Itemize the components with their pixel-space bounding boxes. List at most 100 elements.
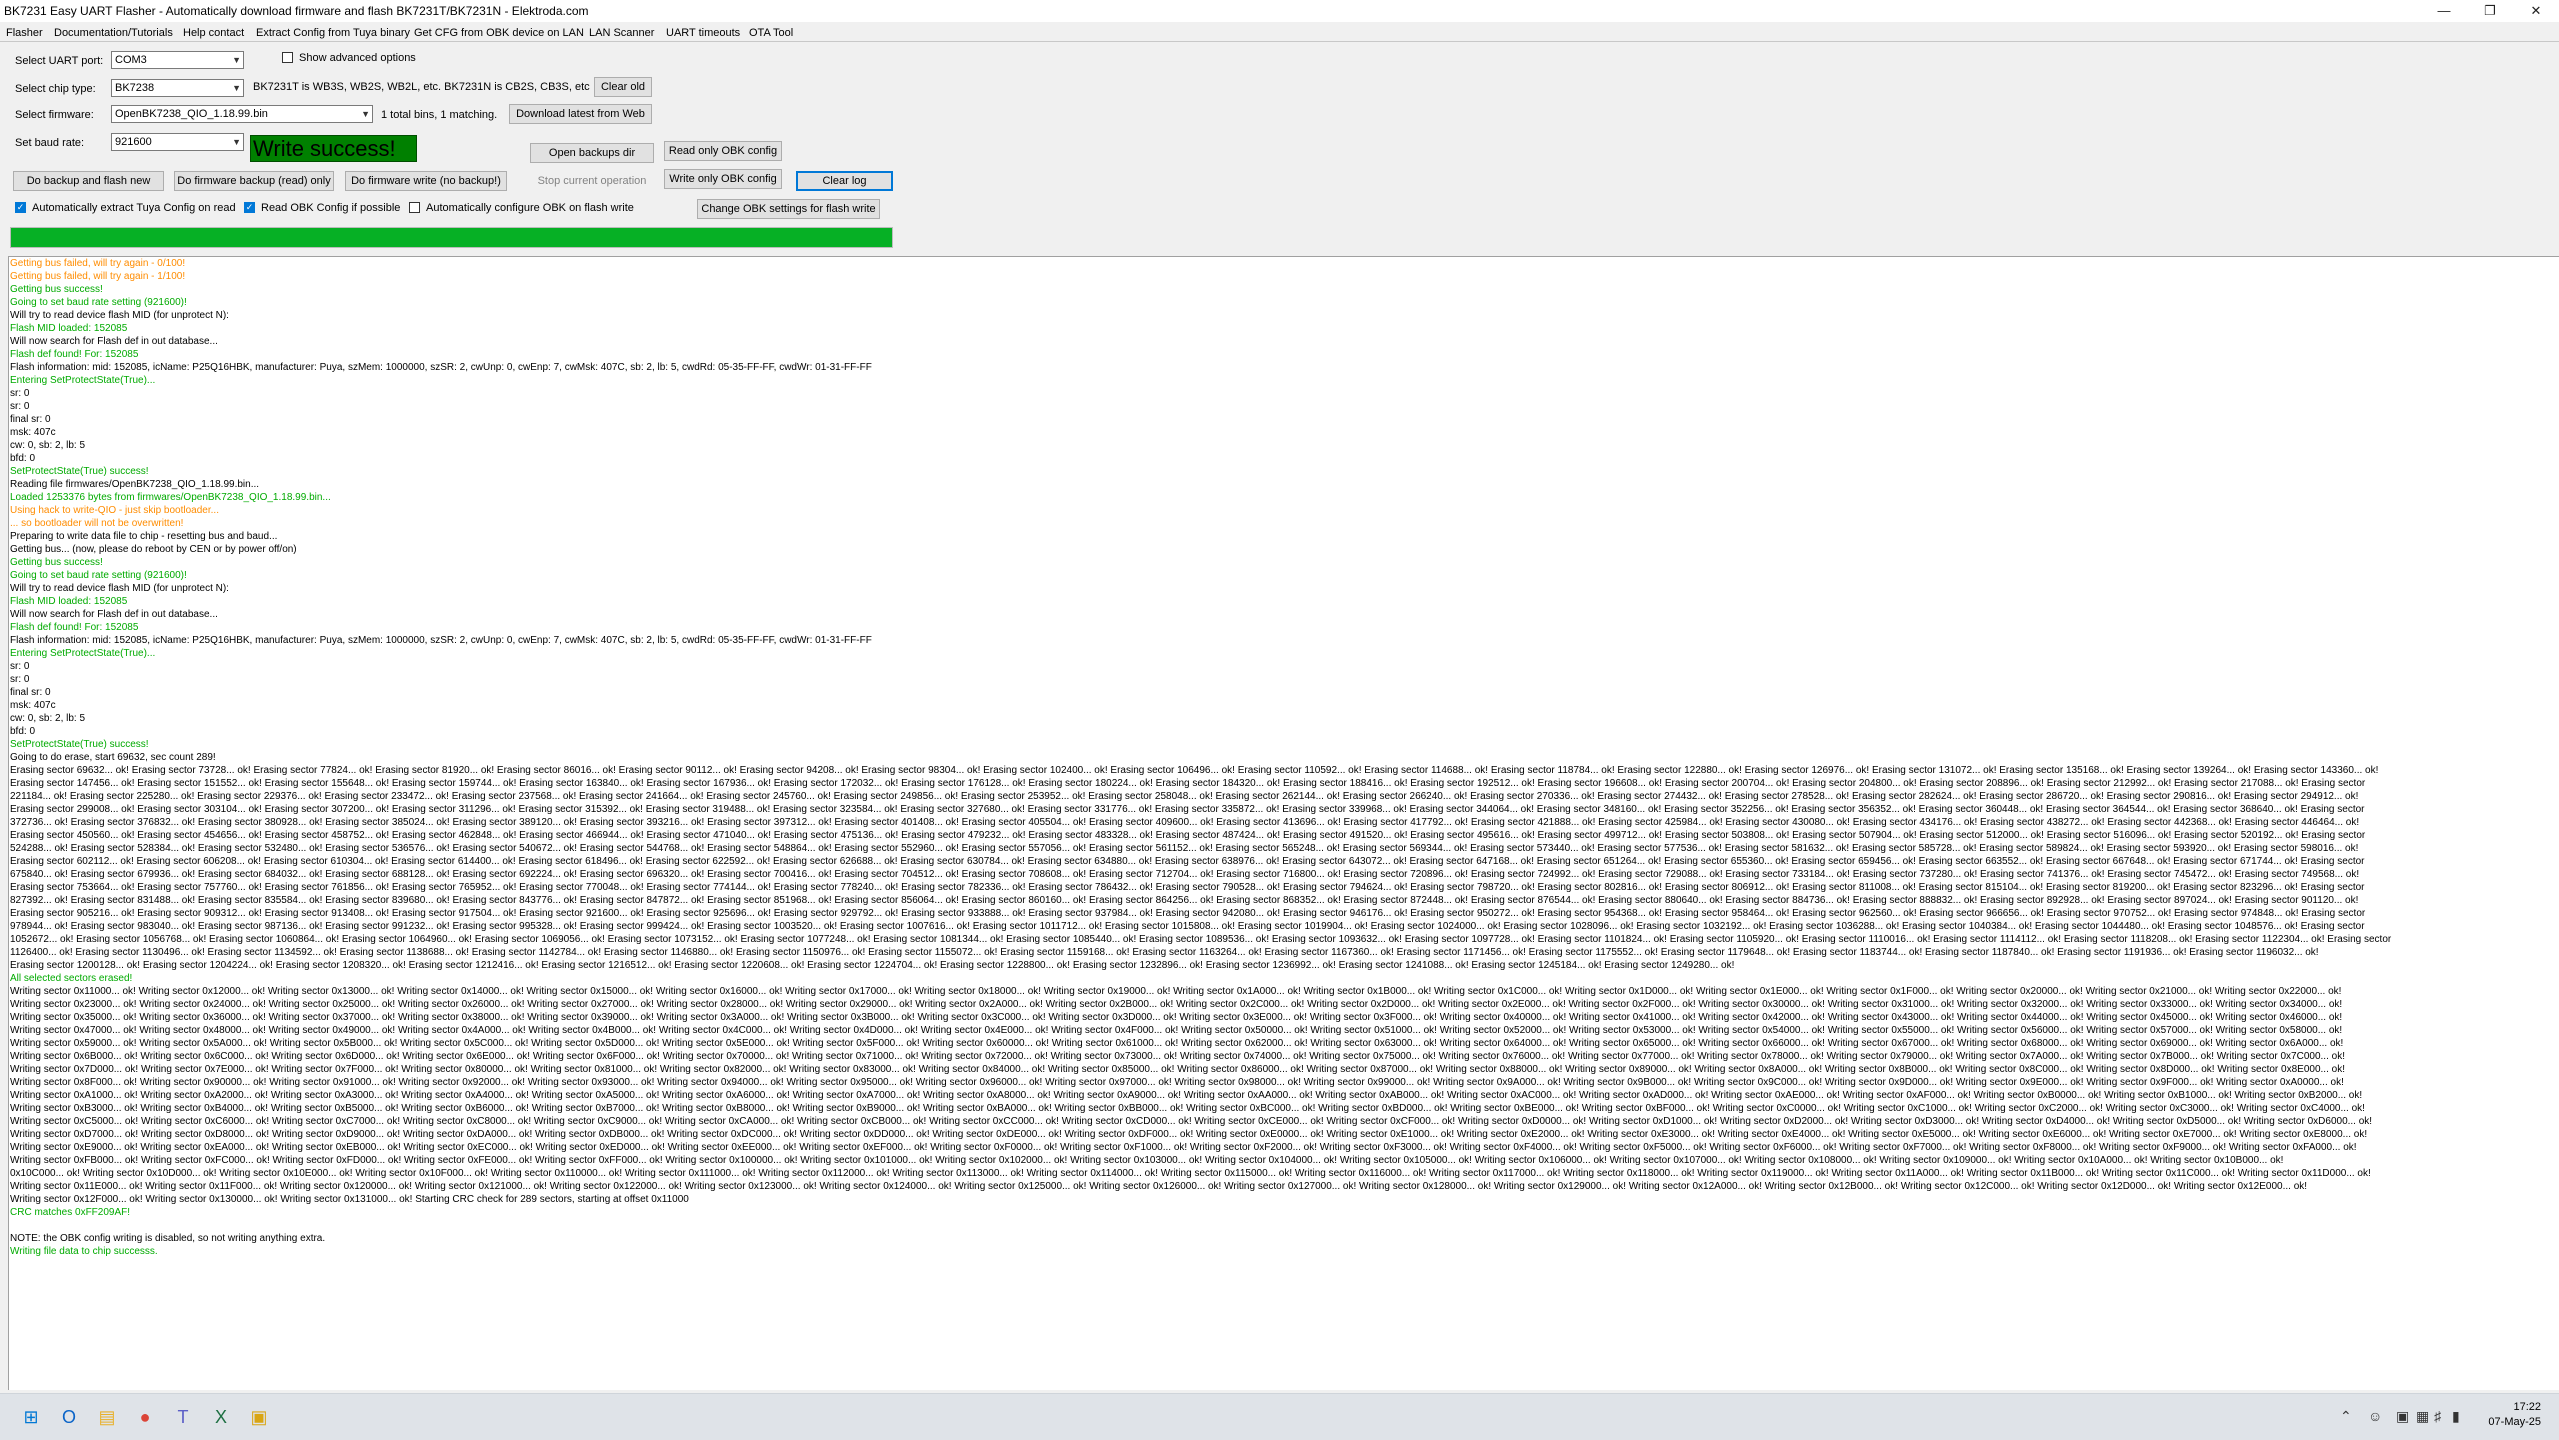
log-line: Writing sector 0x8F000... ok! Writing se… (10, 1077, 2344, 1088)
log-line: CRC matches 0xFF209AF! (10, 1207, 131, 1218)
baud-rate-value: 921600 (115, 136, 152, 148)
tab-ota-tool[interactable]: OTA Tool (749, 27, 793, 39)
log-line: Writing sector 0x35000... ok! Writing se… (10, 1012, 2343, 1023)
chrome-icon[interactable]: ● (130, 1402, 160, 1432)
chip-info-text: BK7231T is WB3S, WB2S, WB2L, etc. BK7231… (253, 81, 590, 93)
firmware-value: OpenBK7238_QIO_1.18.99.bin (115, 108, 268, 120)
chip-type-select[interactable]: BK7238 ▼ (111, 79, 244, 97)
log-line: 675840... ok! Erasing sector 679936... o… (10, 869, 2360, 880)
firmware-label: Select firmware: (15, 109, 94, 121)
backup-and-flash-button[interactable]: Do backup and flash new (13, 171, 164, 191)
log-line: Writing sector 0x11000... ok! Writing se… (10, 986, 2342, 997)
log-line: Flash information: mid: 152085, icName: … (10, 635, 872, 646)
clear-old-button[interactable]: Clear old (594, 77, 652, 97)
log-line: Getting bus failed, will try again - 0/1… (10, 258, 186, 269)
teams-icon[interactable]: T (168, 1402, 198, 1432)
log-line: cw: 0, sb: 2, lb: 5 (10, 440, 86, 451)
flasher-panel: Select UART port: COM3 ▼ Show advanced o… (0, 42, 2095, 256)
tab-extract-config[interactable]: Extract Config from Tuya binary (256, 27, 410, 39)
flasher-app-icon[interactable]: ▣ (244, 1402, 274, 1432)
open-backups-button[interactable]: Open backups dir (530, 143, 654, 163)
baud-rate-select[interactable]: 921600 ▼ (111, 133, 244, 151)
log-line: 1126400... ok! Erasing sector 1130496...… (10, 947, 2319, 958)
download-latest-button[interactable]: Download latest from Web (509, 104, 652, 124)
log-line: sr: 0 (10, 401, 30, 412)
log-line: Will now search for Flash def in out dat… (10, 609, 218, 620)
tab-flasher[interactable]: Flasher (6, 27, 43, 39)
log-line: Writing sector 0x6B000... ok! Writing se… (10, 1051, 2345, 1062)
uart-port-label: Select UART port: (15, 55, 104, 67)
log-line: Erasing sector 1200128... ok! Erasing se… (10, 960, 1735, 971)
log-line: SetProtectState(True) success! (10, 739, 149, 750)
file-explorer-icon[interactable]: ▤ (92, 1402, 122, 1432)
log-line: 524288... ok! Erasing sector 528384... o… (10, 843, 2359, 854)
log-line: Erasing sector 147456... ok! Erasing sec… (10, 778, 2366, 789)
stop-operation-button[interactable]: Stop current operation (530, 171, 654, 191)
log-line: Writing sector 0xD7000... ok! Writing se… (10, 1129, 2368, 1140)
smiley-icon[interactable]: ☺ (2368, 1408, 2382, 1424)
uart-port-select[interactable]: COM3 ▼ (111, 51, 244, 69)
firmware-backup-button[interactable]: Do firmware backup (read) only (174, 171, 334, 191)
window-title: BK7231 Easy UART Flasher - Automatically… (4, 4, 589, 18)
progress-fill (11, 228, 892, 247)
log-line: Erasing sector 602112... ok! Erasing sec… (10, 856, 2365, 867)
log-line: 372736... ok! Erasing sector 376832... o… (10, 817, 2360, 828)
firmware-write-button[interactable]: Do firmware write (no backup!) (345, 171, 507, 191)
outlook-icon[interactable]: O (54, 1402, 84, 1432)
log-line: Will now search for Flash def in out dat… (10, 336, 218, 347)
log-line: msk: 407c (10, 700, 56, 711)
chip-type-label: Select chip type: (15, 83, 96, 95)
advanced-options-checkbox[interactable] (282, 52, 293, 63)
log-line: Writing sector 0x11E000... ok! Writing s… (10, 1181, 2308, 1192)
log-line: Writing sector 0xC5000... ok! Writing se… (10, 1116, 2373, 1127)
minimize-button[interactable]: — (2421, 0, 2467, 22)
windows-start-icon[interactable]: ⊞ (16, 1402, 46, 1432)
read-obk-config-checkbox[interactable]: ✓ (244, 202, 255, 213)
log-line: msk: 407c (10, 427, 56, 438)
log-line: Writing sector 0x12F000... ok! Writing s… (10, 1194, 689, 1205)
log-line: Erasing sector 753664... ok! Erasing sec… (10, 882, 2365, 893)
tab-documentation[interactable]: Documentation/Tutorials (54, 27, 173, 39)
tab-help-contact[interactable]: Help contact (183, 27, 244, 39)
read-obk-config-label: Read OBK Config if possible (261, 202, 401, 214)
title-bar: BK7231 Easy UART Flasher - Automatically… (0, 0, 2559, 22)
auto-configure-checkbox[interactable] (409, 202, 420, 213)
network-icon[interactable]: ▦ (2416, 1408, 2429, 1425)
log-line: Entering SetProtectState(True)... (10, 648, 156, 659)
firmware-select[interactable]: OpenBK7238_QIO_1.18.99.bin ▼ (111, 105, 373, 123)
log-line: Getting bus failed, will try again - 1/1… (10, 271, 186, 282)
windows-taskbar: ⊞ O ▤ ● T X ▣ ⌃ ☺ ▣ ▦ ♯ ▮ 17:22 07-May-25 (0, 1393, 2559, 1440)
tab-uart-timeouts[interactable]: UART timeouts (666, 27, 740, 39)
clock[interactable]: 17:22 07-May-25 (2488, 1400, 2541, 1430)
clear-log-button[interactable]: Clear log (796, 171, 893, 191)
clock-date: 07-May-25 (2488, 1416, 2541, 1428)
monitor-icon[interactable]: ▣ (2396, 1408, 2409, 1425)
read-obk-config-button[interactable]: Read only OBK config (664, 141, 782, 161)
write-obk-config-button[interactable]: Write only OBK config (664, 169, 782, 189)
log-line: Loaded 1253376 bytes from firmwares/Open… (10, 492, 331, 503)
log-line: ... so bootloader will not be overwritte… (10, 518, 184, 529)
log-line: Getting bus success! (10, 284, 103, 295)
battery-icon[interactable]: ▮ (2452, 1408, 2460, 1425)
log-line: Reading file firmwares/OpenBK7238_QIO_1.… (10, 479, 260, 490)
log-output[interactable]: Getting bus failed, will try again - 0/1… (8, 256, 2559, 1390)
tab-lan-scanner[interactable]: LAN Scanner (589, 27, 654, 39)
log-line: Flash information: mid: 152085, icName: … (10, 362, 872, 373)
log-line: 827392... ok! Erasing sector 831488... o… (10, 895, 2359, 906)
log-line: final sr: 0 (10, 687, 51, 698)
maximize-button[interactable]: ❐ (2467, 0, 2513, 22)
log-line: Writing sector 0xE9000... ok! Writing se… (10, 1142, 2357, 1153)
speaker-icon[interactable]: ♯ (2434, 1408, 2441, 1424)
log-line: Writing sector 0x59000... ok! Writing se… (10, 1038, 2344, 1049)
tab-get-cfg-lan[interactable]: Get CFG from OBK device on LAN (414, 27, 584, 39)
excel-icon[interactable]: X (206, 1402, 236, 1432)
log-line: NOTE: the OBK config writing is disabled… (10, 1233, 326, 1244)
log-line: bfd: 0 (10, 453, 36, 464)
chevron-up-icon[interactable]: ⌃ (2340, 1408, 2352, 1425)
change-obk-settings-button[interactable]: Change OBK settings for flash write (697, 199, 880, 219)
close-button[interactable]: ✕ (2513, 0, 2559, 22)
clock-time: 17:22 (2513, 1401, 2541, 1413)
bins-count-text: 1 total bins, 1 matching. (381, 109, 498, 121)
auto-extract-checkbox[interactable]: ✓ (15, 202, 26, 213)
